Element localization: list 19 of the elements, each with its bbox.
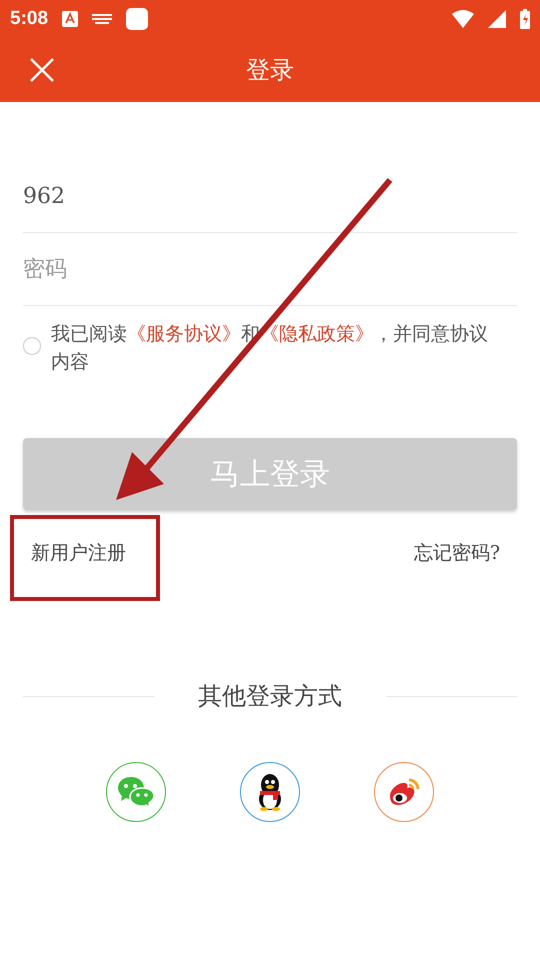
- social-login-button[interactable]: [240, 762, 300, 822]
- other-login-title: 其他登录方式: [198, 681, 342, 712]
- app-notification-icon: [126, 8, 148, 30]
- battery-icon: [520, 9, 530, 29]
- text-input-icon: [62, 11, 78, 27]
- page-title: 登录: [246, 56, 294, 84]
- password-field[interactable]: 密码: [23, 233, 517, 306]
- close-icon[interactable]: [29, 57, 55, 83]
- register-link[interactable]: 新用户注册: [31, 540, 126, 566]
- wifi-icon: [452, 10, 474, 28]
- forgot-password-link[interactable]: 忘记密码?: [414, 540, 500, 566]
- account-field[interactable]: 962: [23, 160, 517, 233]
- signal-icon: [488, 10, 506, 28]
- status-time: 5:08: [10, 8, 48, 30]
- chat-bubbles-icon: [117, 775, 155, 809]
- keyboard-icon: [92, 14, 112, 24]
- policy-link[interactable]: 《隐私政策》: [260, 323, 374, 345]
- agree-radio[interactable]: [23, 337, 41, 355]
- policy-link[interactable]: 《服务协议》: [127, 323, 241, 345]
